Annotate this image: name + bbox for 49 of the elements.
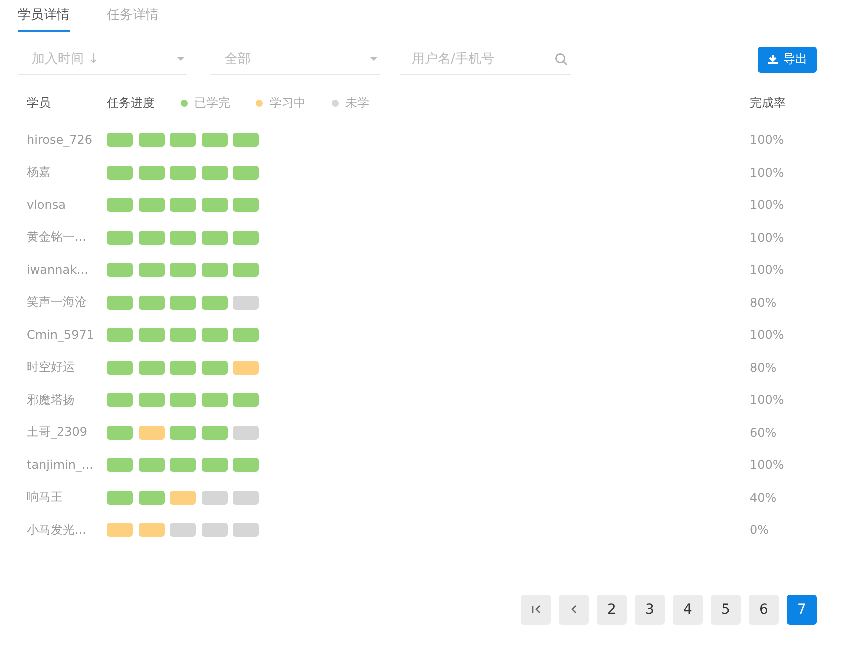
page-button[interactable]: 5 (711, 594, 741, 624)
legend-label: 已学完 (194, 95, 230, 112)
student-name: 笑声一海沧 (26, 294, 88, 312)
caret-icon (370, 57, 378, 61)
search-field[interactable]: 用户名/手机号 (400, 44, 571, 75)
completion-rate: 40% (750, 490, 778, 505)
completion-rate: 100% (750, 198, 786, 212)
page-button[interactable]: 2 (597, 594, 627, 624)
completion-rate: 60% (750, 426, 778, 440)
completion-rate: 0% (750, 523, 770, 538)
page-button[interactable]: 4 (673, 594, 703, 624)
completion-rate: 100% (750, 393, 786, 408)
export-button[interactable]: 导出 (758, 46, 817, 72)
completion-rate: 100% (750, 230, 786, 245)
download-icon (768, 55, 778, 64)
completion-rate: 100% (750, 133, 786, 148)
column-header: 完成率 (750, 95, 787, 112)
first-page-icon (532, 605, 540, 614)
student-name: 邪魔塔扬 (26, 392, 76, 409)
completion-rate: 100% (750, 263, 786, 278)
completion-rate: 100% (750, 166, 786, 180)
student-name: 杨嘉 (26, 164, 52, 182)
legend-label: 学习中 (270, 95, 306, 112)
search-icon (555, 53, 568, 66)
student-name: 时空好运 (26, 359, 76, 376)
student-name: tanjimin_... (26, 458, 94, 472)
student-name: 土哥_2309 (26, 424, 89, 442)
student-name: 响马王 (26, 489, 64, 506)
legend-label: 未学 (346, 95, 370, 112)
student-name: vlonsa (26, 198, 67, 212)
page-button[interactable]: 6 (749, 594, 779, 624)
student-name: iwannak... (26, 263, 90, 278)
student-name: 黄金铭一... (26, 229, 88, 246)
caret-icon (177, 57, 185, 61)
page-button[interactable]: 7 (787, 594, 817, 624)
previous-page-button[interactable] (559, 594, 589, 624)
page-button[interactable]: 3 (635, 594, 665, 624)
column-header: 学员 (26, 95, 52, 112)
first-page-button[interactable] (521, 594, 551, 624)
chevron-left-icon (571, 605, 577, 614)
tab[interactable]: 学员详情 (18, 6, 70, 32)
completion-rate: 100% (750, 458, 786, 472)
completion-rate: 100% (750, 328, 786, 342)
column-header: 任务进度 (107, 95, 155, 112)
completion-rate: 80% (750, 360, 778, 375)
student-name: Cmin_5971 (26, 328, 96, 342)
student-name: 小马发光... (26, 522, 88, 539)
student-name: hirose_726 (26, 133, 94, 148)
completion-rate: 80% (750, 296, 778, 310)
